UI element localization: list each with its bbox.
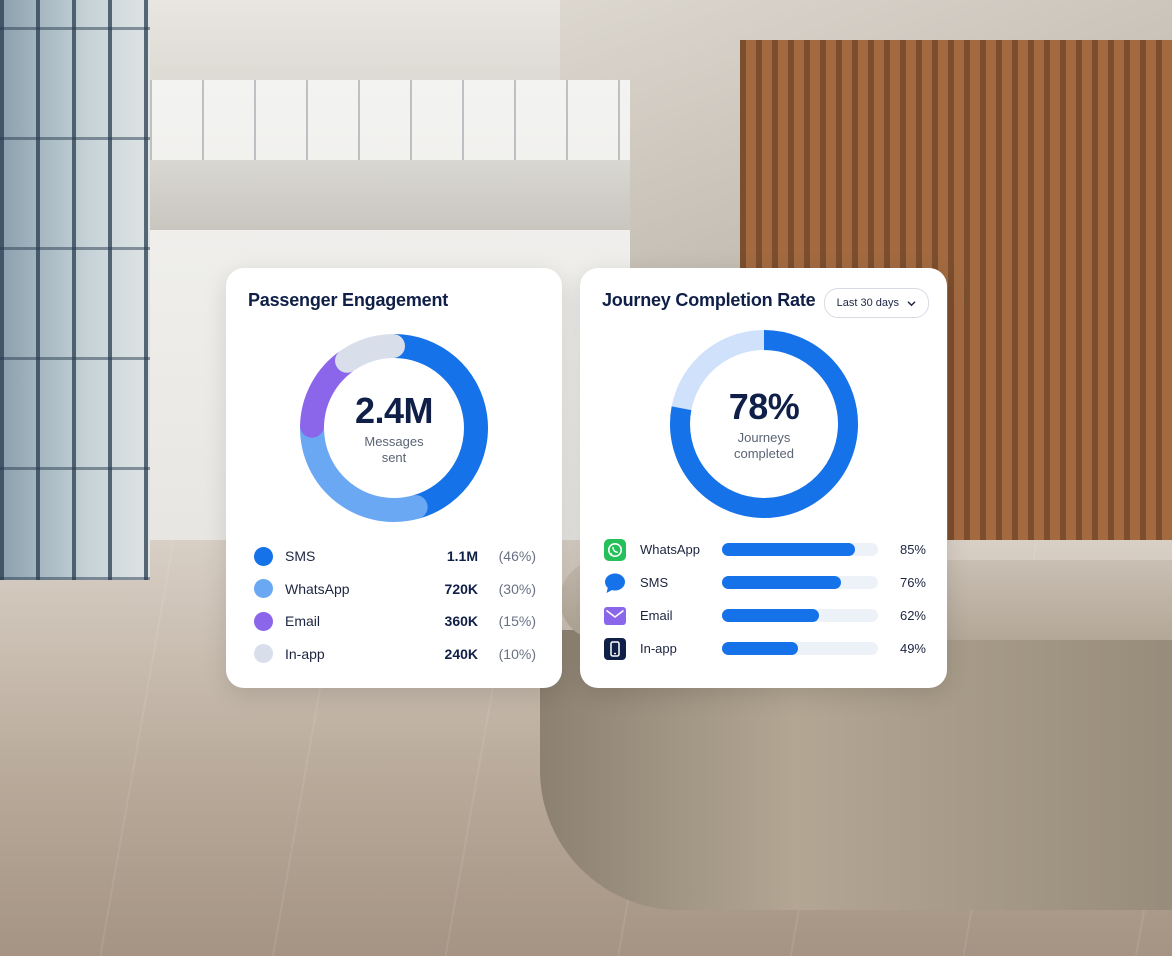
legend-percent: (15%) bbox=[498, 613, 536, 630]
bar-row-in-app: In-app 49% bbox=[604, 632, 926, 665]
period-dropdown-label: Last 30 days bbox=[836, 297, 899, 309]
bar-value-label: 49% bbox=[899, 641, 926, 656]
bar-label: SMS bbox=[640, 575, 669, 590]
legend-swatch bbox=[254, 611, 273, 631]
completion-rate-caption: Journeys completed bbox=[734, 430, 794, 461]
engagement-donut-chart: 2.4M Messages sent bbox=[296, 330, 492, 526]
engagement-legend: SMS 1.1M (46%) WhatsApp 720K (30%) Email 360K (1… bbox=[254, 540, 536, 670]
bar-fill bbox=[722, 609, 819, 622]
legend-label: WhatsApp bbox=[285, 580, 350, 597]
completion-rate-value: 78% bbox=[728, 386, 800, 427]
legend-value: 720K bbox=[444, 580, 478, 597]
bar-fill bbox=[722, 642, 799, 655]
card-title: Journey Completion Rate bbox=[602, 290, 816, 310]
journey-completion-card: Journey Completion Rate Last 30 days 78%… bbox=[580, 268, 947, 688]
bar-row-sms: SMS 76% bbox=[604, 566, 926, 599]
bar-track bbox=[722, 642, 878, 655]
bar-label: WhatsApp bbox=[640, 542, 700, 557]
legend-value: 240K bbox=[444, 645, 478, 662]
bar-track bbox=[722, 609, 878, 622]
channel-completion-bars: WhatsApp 85% SMS 76% Email 62% In-app 49% bbox=[604, 533, 926, 665]
bar-value-label: 85% bbox=[899, 542, 926, 557]
envelope-icon bbox=[604, 605, 626, 627]
period-dropdown[interactable]: Last 30 days bbox=[823, 288, 929, 318]
chat-bubble-icon bbox=[604, 572, 626, 594]
bar-fill bbox=[722, 576, 841, 589]
phone-icon bbox=[604, 637, 626, 660]
legend-percent: (30%) bbox=[498, 580, 536, 597]
legend-value: 1.1M bbox=[446, 548, 478, 565]
whatsapp-icon bbox=[604, 538, 626, 561]
bar-row-email: Email 62% bbox=[604, 599, 926, 632]
bar-fill bbox=[722, 543, 855, 556]
bar-label: Email bbox=[640, 608, 673, 623]
legend-swatch bbox=[254, 644, 273, 664]
legend-label: Email bbox=[285, 613, 321, 630]
bar-track bbox=[722, 576, 878, 589]
total-messages-caption: Messages sent bbox=[364, 434, 424, 465]
legend-item-sms: SMS 1.1M (46%) bbox=[254, 540, 536, 573]
bar-value-label: 76% bbox=[899, 575, 926, 590]
total-messages-value: 2.4M bbox=[354, 390, 434, 431]
bar-value-label: 62% bbox=[899, 608, 926, 623]
legend-percent: (10%) bbox=[498, 645, 536, 662]
legend-label: In-app bbox=[285, 645, 325, 662]
legend-value: 360K bbox=[444, 613, 478, 630]
bar-row-whatsapp: WhatsApp 85% bbox=[604, 533, 926, 566]
chevron-down-icon bbox=[907, 300, 916, 306]
legend-item-in-app: In-app 240K (10%) bbox=[254, 638, 536, 671]
bar-label: In-app bbox=[640, 641, 677, 656]
completion-donut-chart: 78% Journeys completed bbox=[668, 328, 860, 520]
passenger-engagement-card: Passenger Engagement 2.4M Messages sent … bbox=[226, 268, 562, 688]
bar-track bbox=[722, 543, 878, 556]
card-title: Passenger Engagement bbox=[248, 290, 449, 310]
legend-percent: (46%) bbox=[498, 548, 536, 565]
legend-swatch bbox=[254, 546, 273, 566]
legend-swatch bbox=[254, 579, 273, 599]
legend-item-whatsapp: WhatsApp 720K (30%) bbox=[254, 573, 536, 606]
legend-item-email: Email 360K (15%) bbox=[254, 605, 536, 638]
legend-label: SMS bbox=[285, 548, 316, 565]
